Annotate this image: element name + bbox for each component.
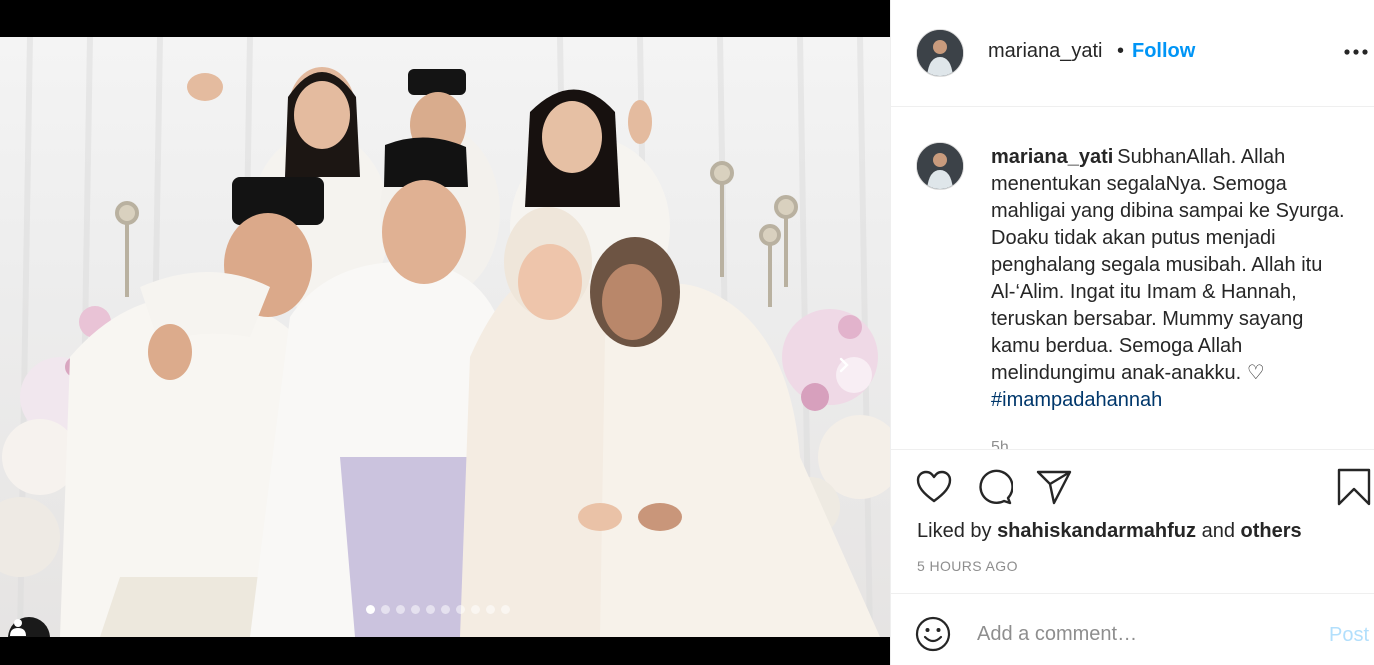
more-options-button[interactable] [1343,42,1369,62]
comments-area: mariana_yati SubhanAllah. Allah menentuka… [891,107,1374,449]
caption-avatar[interactable] [916,142,964,190]
post-header: mariana_yati • Follow [891,0,1374,107]
more-horizontal-icon [1344,49,1368,55]
post-sidebar: mariana_yati • Follow mariana_yati Subhan… [890,0,1374,665]
carousel-dot [501,605,510,614]
user-tag-icon [10,619,26,636]
share-icon [1036,470,1072,505]
carousel-dot [426,605,435,614]
carousel-dot [441,605,450,614]
comment-bar: Post [891,593,1374,665]
chevron-right-icon [839,357,849,373]
likes-user[interactable]: shahiskandarmahfuz [997,520,1196,542]
likes-others[interactable]: others [1241,520,1302,542]
post-actions: Liked by shahiskandarmahfuz and others 5… [891,449,1374,594]
bookmark-icon [1337,468,1371,506]
likes-prefix: Liked by [917,520,992,542]
likes-summary: Liked by shahiskandarmahfuz and others [917,520,1302,543]
carousel-dot [456,605,465,614]
post-timestamp[interactable]: 5 HOURS AGO [917,558,1018,574]
post-comment-button[interactable]: Post [1329,624,1369,647]
follow-button[interactable]: Follow [1132,40,1195,63]
emoji-button[interactable] [915,616,951,652]
avatar-image [917,143,963,189]
carousel-dot [396,605,405,614]
caption-hashtag[interactable]: #imampadahannah [991,387,1346,414]
save-button[interactable] [1335,468,1373,506]
caption: mariana_yati SubhanAllah. Allah menentuka… [991,144,1346,449]
photo-illustration [0,37,890,637]
separator-dot: • [1117,40,1125,62]
carousel-dot [471,605,480,614]
comment-input[interactable] [977,618,1307,650]
caption-time: 5h [991,439,1009,449]
post-photo[interactable] [0,37,890,637]
avatar[interactable] [916,29,964,77]
carousel-dot [486,605,495,614]
carousel-dot [411,605,420,614]
caption-username[interactable]: mariana_yati [991,146,1113,168]
carousel-dot [366,605,375,614]
heart-icon [916,470,952,503]
emoji-icon [915,616,951,652]
carousel-indicator [366,605,510,614]
header-username[interactable]: mariana_yati [988,40,1103,63]
avatar-image [917,30,963,76]
share-button[interactable] [1035,468,1073,506]
carousel-next-button[interactable] [836,357,872,393]
caption-text: SubhanAllah. Allah menentukan segalaNya.… [991,146,1345,384]
post-media [0,0,890,665]
comment-icon [979,469,1014,505]
likes-middle: and [1201,520,1235,542]
carousel-dot [381,605,390,614]
like-button[interactable] [915,468,953,506]
comment-button[interactable] [975,468,1014,506]
